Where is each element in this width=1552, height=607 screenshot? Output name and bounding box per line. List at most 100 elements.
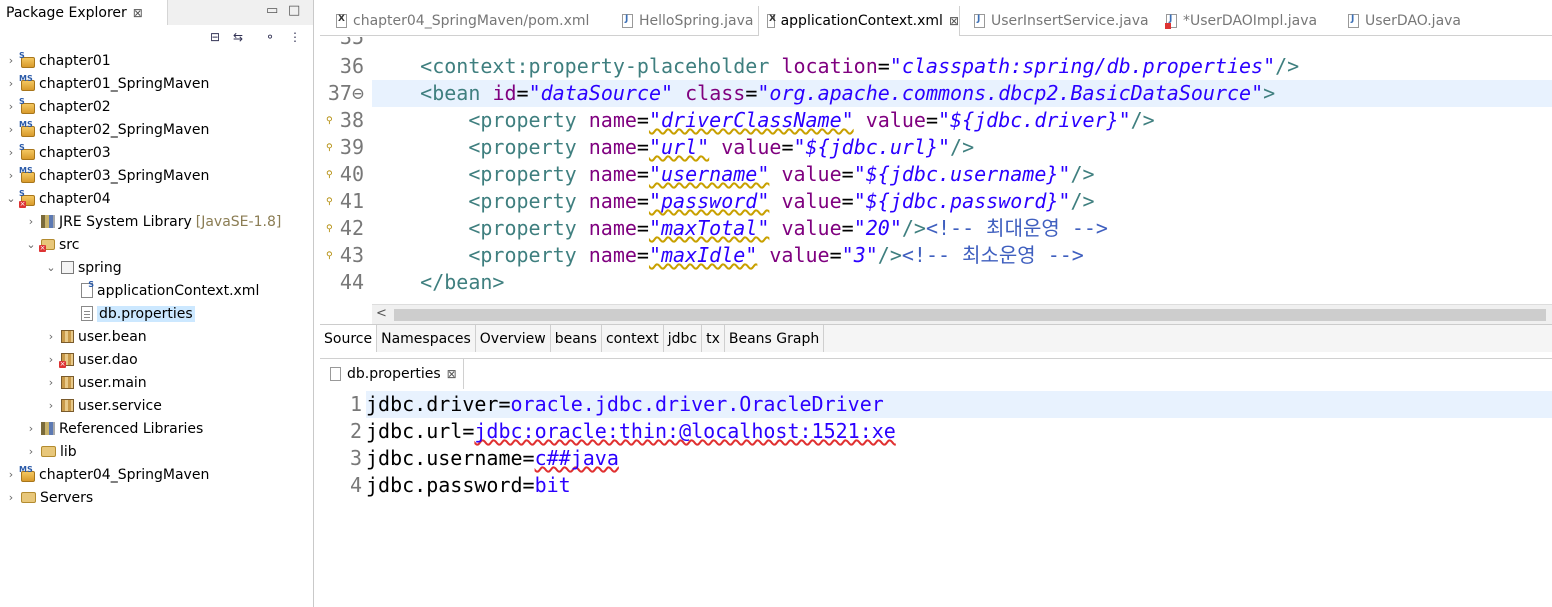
tree-item[interactable]: ⌄ spring bbox=[44, 256, 121, 279]
chevron-right-icon[interactable]: › bbox=[24, 422, 38, 435]
db-properties-tab[interactable]: db.properties ⊠ bbox=[320, 359, 464, 389]
page-tab-source[interactable]: Source bbox=[320, 325, 378, 352]
editor-tab[interactable]: chapter04_SpringMaven/pom.xml bbox=[328, 6, 589, 36]
chevron-right-icon[interactable]: › bbox=[44, 330, 58, 343]
property-line: jdbc.driver=oracle.jdbc.driver.OracleDri… bbox=[366, 391, 884, 418]
page-tab-tx[interactable]: tx bbox=[702, 325, 725, 352]
lightbulb-icon[interactable]: ⚲ bbox=[326, 249, 336, 263]
tree-item[interactable]: › user.bean bbox=[44, 325, 147, 348]
chevron-right-icon[interactable]: › bbox=[4, 123, 18, 136]
code-token: /> bbox=[1275, 54, 1300, 78]
chevron-right-icon[interactable]: › bbox=[44, 376, 58, 389]
page-tab-namespaces[interactable]: Namespaces bbox=[377, 325, 476, 352]
chevron-down-icon[interactable]: ⌄ bbox=[44, 261, 58, 274]
chevron-down-icon[interactable]: ⌄ bbox=[24, 238, 38, 251]
editor-tab-label: *UserDAOImpl.java bbox=[1183, 13, 1318, 29]
chevron-right-icon[interactable]: › bbox=[24, 215, 38, 228]
line-number: 35 bbox=[339, 37, 364, 49]
editor-tab[interactable]: HelloSpring.java bbox=[614, 6, 753, 36]
chevron-right-icon[interactable]: › bbox=[44, 353, 58, 366]
collapse-all-icon[interactable]: ⊟ bbox=[207, 29, 223, 45]
property-value: bit bbox=[534, 473, 571, 497]
close-icon[interactable]: ⊠ bbox=[133, 6, 143, 20]
code-token: value bbox=[781, 162, 842, 186]
lightbulb-icon[interactable]: ⚲ bbox=[326, 222, 336, 236]
tree-item[interactable]: › JRE System Library [JavaSE-1.8] bbox=[24, 210, 282, 233]
scrollbar-thumb[interactable] bbox=[394, 309, 1546, 321]
minimize-icon[interactable]: ▭ bbox=[266, 3, 278, 18]
code-token: name bbox=[588, 243, 637, 267]
properties-file-icon bbox=[330, 367, 341, 381]
tree-item-label: src bbox=[59, 236, 80, 253]
line-number: 37⊖ bbox=[327, 81, 364, 105]
tree-item[interactable]: › MS chapter01_SpringMaven bbox=[4, 72, 210, 95]
lightbulb-icon[interactable]: ⚲ bbox=[326, 114, 336, 128]
view-menu-icon[interactable]: ⋮ bbox=[287, 29, 303, 45]
tree-item[interactable]: db.properties bbox=[64, 302, 195, 325]
code-token: /> bbox=[877, 243, 902, 267]
editor-tab[interactable]: UserInsertService.java bbox=[966, 6, 1149, 36]
link-with-editor-icon[interactable]: ⇆ bbox=[230, 29, 246, 45]
property-key: jdbc.driver= bbox=[366, 392, 511, 416]
explorer-tab-bar: Package Explorer ⊠ ▭ □ bbox=[0, 0, 313, 25]
lightbulb-icon[interactable]: ⚲ bbox=[326, 141, 336, 155]
tree-item[interactable]: › × user.dao bbox=[44, 348, 138, 371]
xml-source-editor[interactable]: 35 36 <context:property-placeholder loca… bbox=[320, 37, 1552, 304]
editor-tab[interactable]: *UserDAOImpl.java bbox=[1158, 6, 1317, 36]
close-icon[interactable]: ⊠ bbox=[447, 367, 457, 381]
code-token: value bbox=[865, 108, 926, 132]
tree-item[interactable]: ⌄ × src bbox=[24, 233, 79, 256]
chevron-right-icon[interactable]: › bbox=[4, 100, 18, 113]
tree-item[interactable]: applicationContext.xml bbox=[64, 279, 259, 302]
chevron-down-icon[interactable]: ⌄ bbox=[4, 192, 18, 205]
code-token: name bbox=[588, 108, 637, 132]
tree-item[interactable]: › MS chapter04_SpringMaven bbox=[4, 463, 210, 486]
code-token: <property bbox=[468, 216, 577, 240]
code-token: = bbox=[636, 162, 649, 186]
tree-item[interactable]: › Schapter02 bbox=[4, 95, 111, 118]
tree-item[interactable]: › Schapter03 bbox=[4, 141, 111, 164]
page-tab-jdbc[interactable]: jdbc bbox=[664, 325, 703, 352]
chevron-right-icon[interactable]: › bbox=[24, 445, 38, 458]
tree-item[interactable]: › lib bbox=[24, 440, 77, 463]
page-tab-beans-graph[interactable]: Beans Graph bbox=[725, 325, 825, 352]
close-icon[interactable]: ⊠ bbox=[949, 14, 959, 28]
page-tab-context[interactable]: context bbox=[602, 325, 664, 352]
properties-editor[interactable]: db.properties ⊠ 1 jdbc.driver=oracle.jdbc… bbox=[320, 358, 1552, 607]
package-empty-icon bbox=[61, 261, 74, 274]
filter-icon[interactable]: ⚬ bbox=[262, 29, 278, 45]
chevron-right-icon[interactable]: › bbox=[4, 491, 18, 504]
tree-item[interactable]: › user.main bbox=[44, 371, 147, 394]
page-tab-overview[interactable]: Overview bbox=[476, 325, 551, 352]
chevron-right-icon[interactable]: › bbox=[4, 468, 18, 481]
chevron-right-icon[interactable]: › bbox=[4, 146, 18, 159]
chevron-right-icon[interactable]: › bbox=[44, 399, 58, 412]
code-token: = bbox=[925, 108, 938, 132]
properties-file-icon bbox=[81, 306, 93, 321]
editor-tab[interactable]: UserDAO.java bbox=[1340, 6, 1461, 36]
tree-item[interactable]: › user.service bbox=[44, 394, 162, 417]
xml-file-icon bbox=[81, 280, 94, 298]
tree-item[interactable]: › MS chapter03_SpringMaven bbox=[4, 164, 210, 187]
tree-item[interactable]: › Referenced Libraries bbox=[24, 417, 204, 440]
chevron-right-icon[interactable]: › bbox=[4, 77, 18, 90]
page-tab-beans[interactable]: beans bbox=[551, 325, 602, 352]
editor-tab[interactable]: applicationContext.xml ⊠ bbox=[758, 6, 960, 36]
tree-item[interactable]: › Schapter01 bbox=[4, 49, 111, 72]
tree-item[interactable]: ⌄ S × chapter04 bbox=[4, 187, 111, 210]
maximize-icon[interactable]: □ bbox=[288, 3, 300, 18]
package-explorer-tab[interactable]: Package Explorer ⊠ bbox=[0, 0, 168, 25]
tree-item[interactable]: › MS chapter02_SpringMaven bbox=[4, 118, 210, 141]
chevron-right-icon[interactable]: › bbox=[4, 54, 18, 67]
scroll-left-icon[interactable]: < bbox=[376, 306, 387, 321]
lightbulb-icon[interactable]: ⚲ bbox=[326, 195, 336, 209]
chevron-right-icon[interactable]: › bbox=[4, 169, 18, 182]
xml-editor-page-tabs: Source Namespaces Overview beans context jdbc… bbox=[320, 324, 1552, 352]
tree-item[interactable]: › Servers bbox=[4, 486, 93, 509]
lightbulb-icon[interactable]: ⚲ bbox=[326, 168, 336, 182]
horizontal-scrollbar[interactable]: < bbox=[372, 304, 1552, 324]
